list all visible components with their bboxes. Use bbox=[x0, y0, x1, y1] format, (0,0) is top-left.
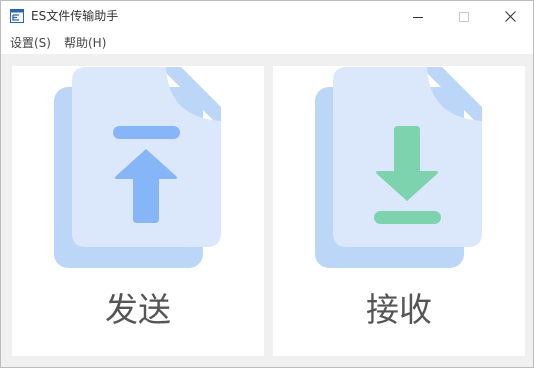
upload-file-icon bbox=[54, 67, 221, 268]
receive-button[interactable]: 接收 bbox=[273, 66, 525, 356]
main-area: 发送 接收 bbox=[1, 54, 533, 367]
download-bar-shape bbox=[374, 211, 441, 224]
minimize-button[interactable] bbox=[395, 1, 441, 32]
close-button[interactable] bbox=[487, 1, 533, 32]
maximize-button[interactable] bbox=[441, 1, 487, 32]
minimize-icon bbox=[413, 16, 423, 18]
title-bar[interactable]: ES文件传输助手 bbox=[1, 1, 533, 32]
send-button[interactable]: 发送 bbox=[12, 66, 264, 356]
download-file-icon bbox=[315, 67, 482, 268]
es-app-icon bbox=[10, 9, 24, 23]
menu-settings[interactable]: 设置(S) bbox=[10, 36, 51, 50]
menu-bar: 设置(S) 帮助(H) bbox=[1, 32, 533, 54]
window-title: ES文件传输助手 bbox=[31, 9, 119, 23]
receive-label: 接收 bbox=[366, 290, 432, 329]
send-label: 发送 bbox=[105, 290, 171, 329]
maximize-icon bbox=[459, 11, 469, 22]
close-icon bbox=[504, 11, 516, 22]
app-window: ES文件传输助手 设置(S) 帮助(H) 发送 接收 bbox=[0, 0, 534, 368]
upload-bar-shape bbox=[113, 126, 180, 139]
menu-help[interactable]: 帮助(H) bbox=[64, 36, 106, 50]
